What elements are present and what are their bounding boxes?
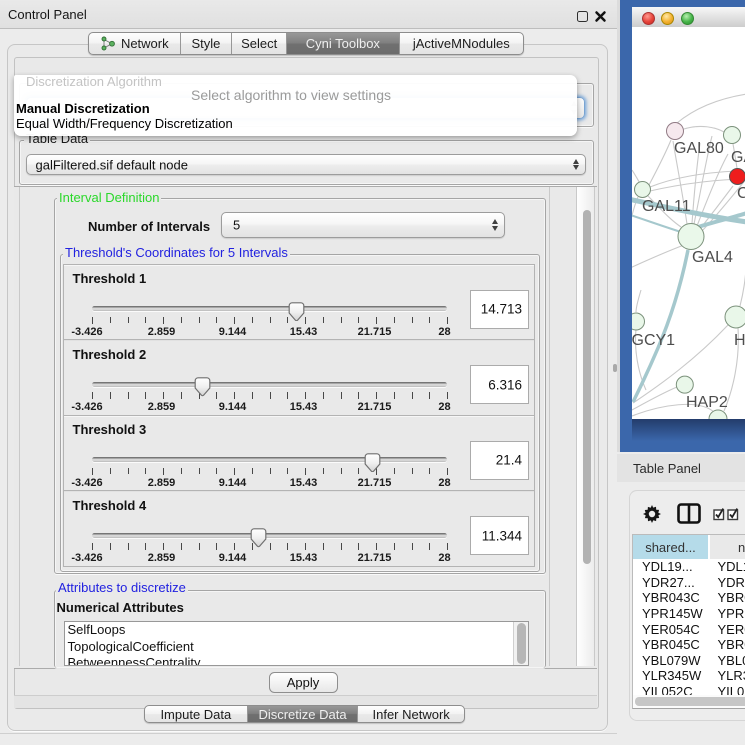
svg-text:HAP2: HAP2 bbox=[686, 394, 728, 411]
svg-text:GA: GA bbox=[731, 149, 745, 166]
svg-text:GCY1: GCY1 bbox=[632, 332, 675, 349]
svg-text:CD: CD bbox=[737, 185, 745, 202]
svg-text:GAL11: GAL11 bbox=[642, 198, 691, 215]
svg-text:GAL80: GAL80 bbox=[674, 140, 724, 157]
svg-text:HI: HI bbox=[734, 332, 745, 349]
svg-text:GAL4: GAL4 bbox=[692, 249, 733, 266]
